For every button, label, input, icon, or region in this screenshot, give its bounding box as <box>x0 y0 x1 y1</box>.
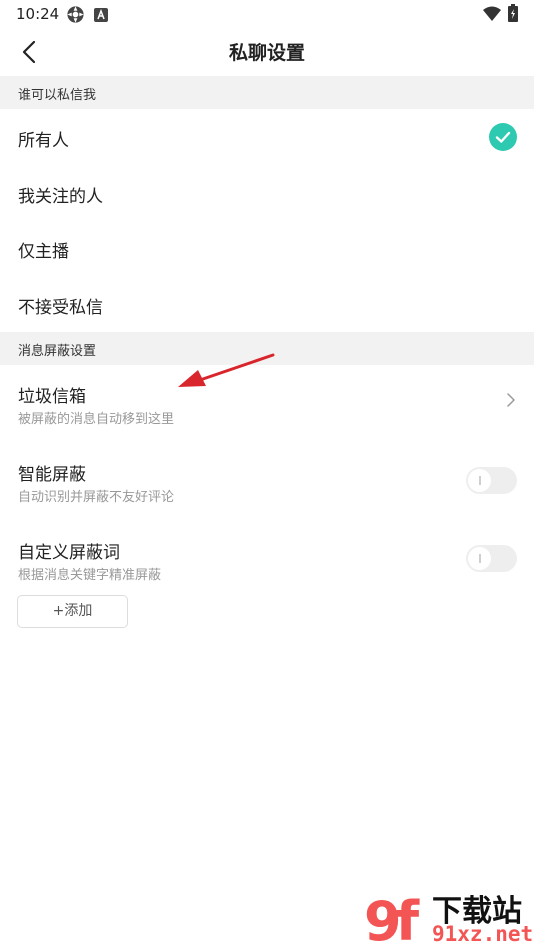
smart-block-title: 智能屏蔽 <box>18 465 86 485</box>
section-header-block-settings: 消息屏蔽设置 <box>0 332 534 365</box>
wifi-icon <box>483 6 501 25</box>
watermark-logo: 9f 下载站 91xz.net <box>360 884 534 950</box>
custom-words-desc: 根据消息关键字精准屏蔽 <box>18 568 162 583</box>
section-title: 谁可以私信我 <box>18 88 97 103</box>
option-host-only[interactable]: 仅主播 <box>0 220 534 276</box>
watermark-url: 91xz.net <box>432 922 534 946</box>
app-header: 私聊设置 <box>0 28 534 76</box>
custom-words-row: 自定义屏蔽词 根据消息关键字精准屏蔽 <box>0 538 534 588</box>
option-everyone[interactable]: 所有人 <box>0 109 534 165</box>
option-label: 仅主播 <box>18 242 69 262</box>
option-following[interactable]: 我关注的人 <box>0 165 534 221</box>
custom-words-title: 自定义屏蔽词 <box>18 543 120 563</box>
battery-icon <box>508 4 518 26</box>
smart-block-toggle[interactable] <box>466 467 517 494</box>
option-label: 我关注的人 <box>18 187 103 207</box>
chevron-right-icon <box>507 393 515 407</box>
trash-box-title: 垃圾信箱 <box>18 387 86 407</box>
watermark-logo-mark: 9f <box>364 890 419 950</box>
status-bar: 10:24 <box>0 0 534 28</box>
option-label: 不接受私信 <box>18 298 103 318</box>
toggle-knob <box>468 469 491 492</box>
add-word-button[interactable]: +添加 <box>17 595 128 628</box>
trash-box-row[interactable]: 垃圾信箱 被屏蔽的消息自动移到这里 <box>0 382 534 432</box>
font-a-icon <box>94 7 108 26</box>
custom-words-toggle[interactable] <box>466 545 517 572</box>
check-circle-icon <box>489 123 517 151</box>
status-time: 10:24 <box>16 5 60 23</box>
page-title: 私聊设置 <box>228 42 305 64</box>
smart-block-row: 智能屏蔽 自动识别并屏蔽不友好评论 <box>0 460 534 510</box>
settings-gear-icon <box>66 5 85 28</box>
toggle-knob <box>468 547 491 570</box>
option-no-messages[interactable]: 不接受私信 <box>0 276 534 332</box>
trash-box-desc: 被屏蔽的消息自动移到这里 <box>18 412 175 427</box>
smart-block-desc: 自动识别并屏蔽不友好评论 <box>18 490 175 505</box>
section-header-who-can-message: 谁可以私信我 <box>0 76 534 109</box>
section-title: 消息屏蔽设置 <box>18 344 97 359</box>
option-label: 所有人 <box>18 131 69 151</box>
